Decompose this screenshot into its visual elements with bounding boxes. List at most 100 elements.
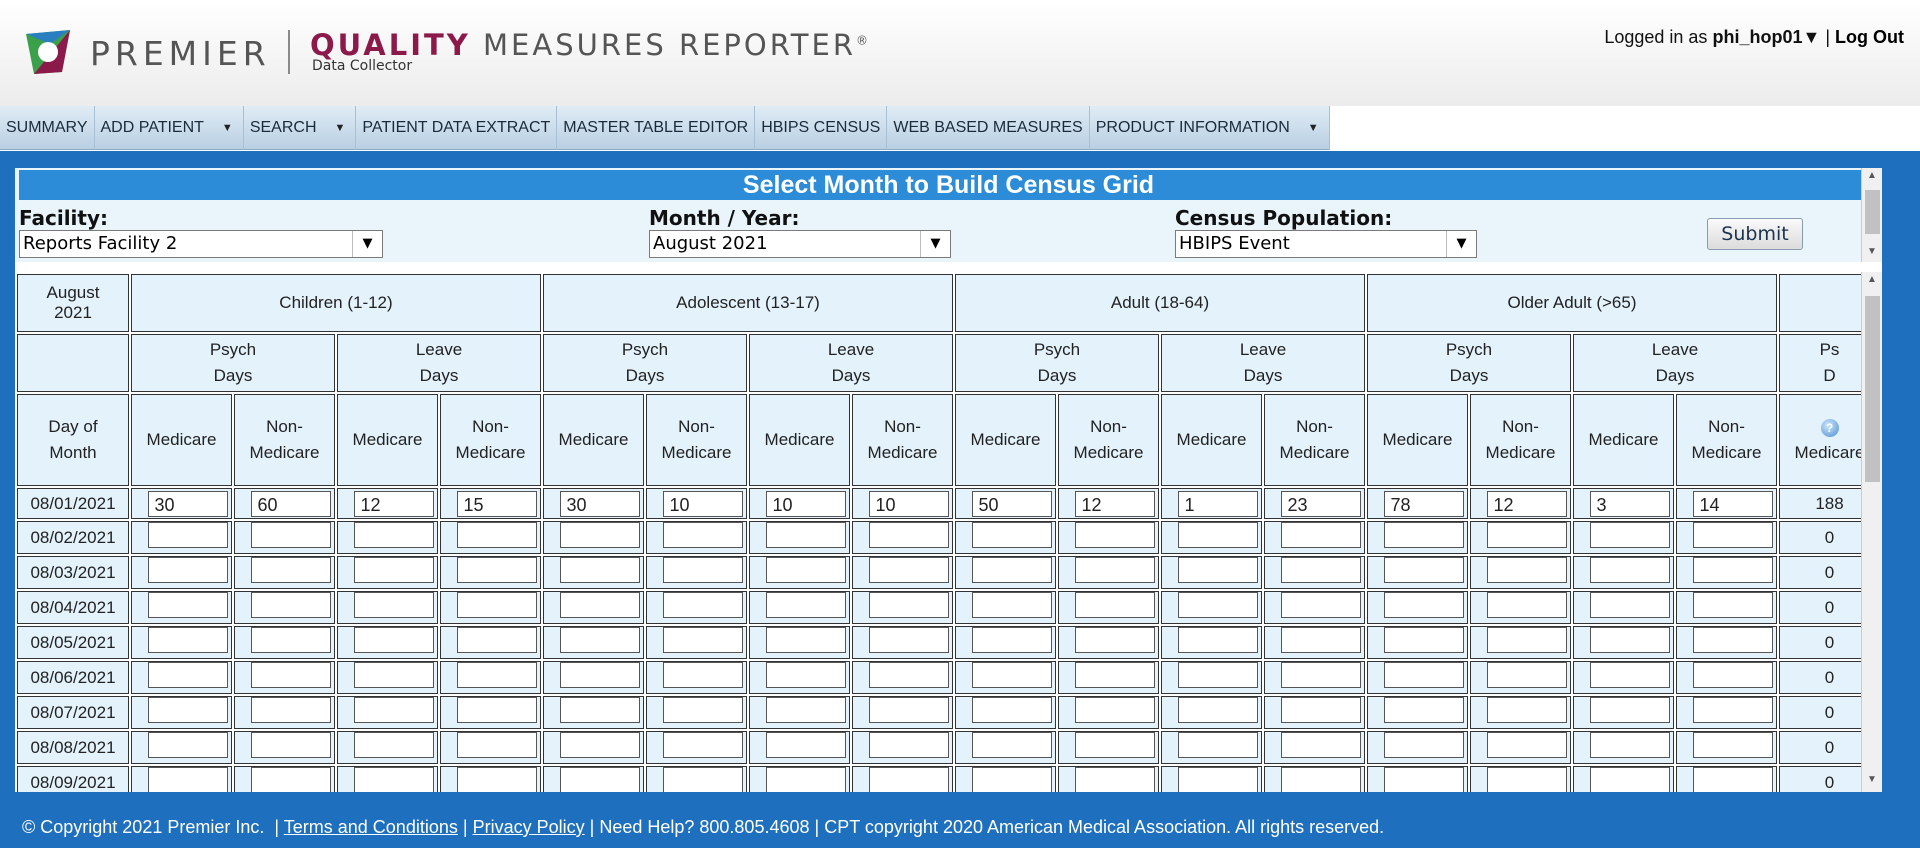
- census-input[interactable]: [971, 767, 1052, 792]
- census-input[interactable]: [559, 627, 640, 653]
- census-input[interactable]: [1486, 767, 1567, 792]
- census-input[interactable]: [1280, 522, 1361, 548]
- census-input[interactable]: [1692, 557, 1773, 583]
- census-input[interactable]: [1177, 627, 1258, 653]
- census-input[interactable]: [662, 767, 743, 792]
- census-input[interactable]: [1383, 732, 1464, 758]
- census-input[interactable]: [1177, 662, 1258, 688]
- census-input[interactable]: [1074, 732, 1155, 758]
- census-input[interactable]: [1692, 627, 1773, 653]
- census-input[interactable]: [1692, 522, 1773, 548]
- nav-patient-data-extract[interactable]: PATIENT DATA EXTRACT: [356, 106, 558, 150]
- nav-summary[interactable]: SUMMARY: [0, 106, 95, 150]
- census-input[interactable]: 23: [1280, 490, 1361, 517]
- census-input[interactable]: [147, 662, 228, 688]
- nav-master-table-editor[interactable]: MASTER TABLE EDITOR: [557, 106, 756, 150]
- scroll-down-icon[interactable]: ▼: [1862, 246, 1882, 257]
- help-icon[interactable]: ?: [1820, 419, 1839, 437]
- census-input[interactable]: 50: [971, 490, 1052, 517]
- census-input[interactable]: [559, 697, 640, 723]
- census-input[interactable]: [971, 522, 1052, 548]
- census-input[interactable]: [868, 557, 949, 583]
- census-input[interactable]: [456, 697, 537, 723]
- grid-scrollbar[interactable]: ▲ ▼: [1861, 272, 1882, 792]
- nav-web-based-measures[interactable]: WEB BASED MEASURES: [887, 106, 1090, 150]
- census-input[interactable]: [1074, 662, 1155, 688]
- scrollbar-thumb[interactable]: [1865, 190, 1880, 234]
- census-input[interactable]: [868, 732, 949, 758]
- census-input[interactable]: [868, 592, 949, 618]
- census-input[interactable]: [765, 627, 846, 653]
- scroll-up-icon[interactable]: ▲: [1862, 274, 1882, 285]
- census-input[interactable]: [147, 697, 228, 723]
- census-input[interactable]: [662, 662, 743, 688]
- census-input[interactable]: [868, 627, 949, 653]
- census-input[interactable]: 15: [456, 490, 537, 517]
- census-input[interactable]: [1383, 592, 1464, 618]
- census-input[interactable]: [353, 732, 434, 758]
- census-input[interactable]: [765, 662, 846, 688]
- census-input[interactable]: [1589, 697, 1670, 723]
- scrollbar-thumb[interactable]: [1865, 296, 1880, 482]
- census-input[interactable]: 30: [147, 490, 228, 517]
- census-input[interactable]: [1383, 557, 1464, 583]
- census-input[interactable]: [250, 732, 331, 758]
- census-input[interactable]: [1177, 557, 1258, 583]
- census-input[interactable]: [456, 767, 537, 792]
- census-input[interactable]: [353, 767, 434, 792]
- census-input[interactable]: [662, 522, 743, 548]
- census-input[interactable]: [250, 592, 331, 618]
- census-input[interactable]: [765, 592, 846, 618]
- census-input[interactable]: [1280, 732, 1361, 758]
- nav-product-information[interactable]: PRODUCT INFORMATION ▼: [1090, 106, 1330, 150]
- census-input[interactable]: [250, 767, 331, 792]
- census-input[interactable]: [1074, 592, 1155, 618]
- submit-button[interactable]: Submit: [1707, 218, 1803, 250]
- census-input[interactable]: [1383, 627, 1464, 653]
- census-input[interactable]: 12: [1074, 490, 1155, 517]
- census-input[interactable]: [1280, 697, 1361, 723]
- census-input[interactable]: [353, 522, 434, 548]
- census-input[interactable]: [147, 767, 228, 792]
- census-input[interactable]: [1692, 697, 1773, 723]
- census-input[interactable]: [662, 627, 743, 653]
- census-input[interactable]: [765, 732, 846, 758]
- panel-scrollbar[interactable]: ▲ ▼: [1861, 168, 1882, 262]
- census-input[interactable]: [1486, 732, 1567, 758]
- census-input[interactable]: [250, 557, 331, 583]
- census-input[interactable]: [662, 732, 743, 758]
- census-input[interactable]: [1692, 662, 1773, 688]
- census-input[interactable]: [147, 522, 228, 548]
- census-input[interactable]: 1: [1177, 490, 1258, 517]
- census-input[interactable]: [559, 662, 640, 688]
- census-input[interactable]: [1486, 557, 1567, 583]
- census-input[interactable]: 3: [1589, 490, 1670, 517]
- census-input[interactable]: [1589, 557, 1670, 583]
- census-input[interactable]: [1177, 592, 1258, 618]
- census-input[interactable]: [353, 592, 434, 618]
- census-input[interactable]: [456, 592, 537, 618]
- census-input[interactable]: [1177, 697, 1258, 723]
- census-input[interactable]: [1074, 767, 1155, 792]
- census-input[interactable]: [559, 767, 640, 792]
- census-input[interactable]: [765, 557, 846, 583]
- census-input[interactable]: [250, 662, 331, 688]
- census-input[interactable]: [971, 697, 1052, 723]
- census-input[interactable]: [147, 557, 228, 583]
- census-input[interactable]: [868, 767, 949, 792]
- census-input[interactable]: [868, 522, 949, 548]
- facility-select[interactable]: Reports Facility 2 ▼: [19, 230, 383, 258]
- census-input[interactable]: [1486, 697, 1567, 723]
- census-input[interactable]: [1692, 732, 1773, 758]
- census-input[interactable]: [1074, 557, 1155, 583]
- census-input[interactable]: 10: [868, 490, 949, 517]
- census-input[interactable]: 10: [662, 490, 743, 517]
- census-input[interactable]: [971, 592, 1052, 618]
- census-input[interactable]: [1486, 627, 1567, 653]
- census-input[interactable]: 78: [1383, 490, 1464, 517]
- census-input[interactable]: [1074, 627, 1155, 653]
- census-input[interactable]: [1589, 592, 1670, 618]
- census-input[interactable]: [1383, 697, 1464, 723]
- census-input[interactable]: [971, 627, 1052, 653]
- census-input[interactable]: [1383, 662, 1464, 688]
